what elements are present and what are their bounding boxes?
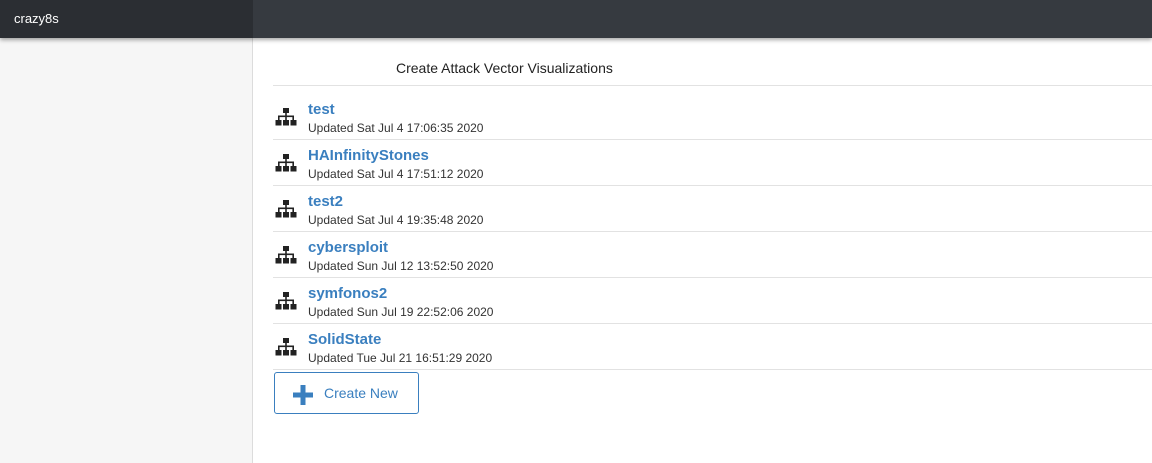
plus-icon bbox=[293, 385, 313, 405]
updated-timestamp: Updated Sat Jul 4 17:51:12 2020 bbox=[308, 167, 484, 181]
updated-timestamp: Updated Sat Jul 4 19:35:48 2020 bbox=[308, 213, 484, 227]
visualization-link[interactable]: test2 bbox=[308, 193, 343, 211]
list-item: test Updated Sat Jul 4 17:06:35 2020 bbox=[273, 94, 1152, 140]
list-item: HAInfinityStones Updated Sat Jul 4 17:51… bbox=[273, 140, 1152, 186]
sidebar bbox=[0, 38, 253, 463]
page-title: Create Attack Vector Visualizations bbox=[396, 60, 613, 76]
brand-title[interactable]: crazy8s bbox=[0, 0, 253, 38]
page-header: Create Attack Vector Visualizations bbox=[273, 38, 1152, 86]
visualization-link[interactable]: HAInfinityStones bbox=[308, 147, 429, 165]
list-item: SolidState Updated Tue Jul 21 16:51:29 2… bbox=[273, 324, 1152, 370]
hierarchy-icon bbox=[275, 338, 297, 356]
hierarchy-icon bbox=[275, 292, 297, 310]
hierarchy-icon bbox=[275, 108, 297, 126]
list-item: cybersploit Updated Sun Jul 12 13:52:50 … bbox=[273, 232, 1152, 278]
updated-timestamp: Updated Sat Jul 4 17:06:35 2020 bbox=[308, 121, 484, 135]
list-item: symfonos2 Updated Sun Jul 19 22:52:06 20… bbox=[273, 278, 1152, 324]
visualization-link[interactable]: test bbox=[308, 101, 335, 119]
hierarchy-icon bbox=[275, 200, 297, 218]
hierarchy-icon bbox=[275, 154, 297, 172]
top-bar: crazy8s bbox=[0, 0, 1152, 38]
create-new-label: Create New bbox=[324, 385, 398, 401]
list-item: test2 Updated Sat Jul 4 19:35:48 2020 bbox=[273, 186, 1152, 232]
visualization-link[interactable]: SolidState bbox=[308, 331, 381, 349]
updated-timestamp: Updated Tue Jul 21 16:51:29 2020 bbox=[308, 351, 493, 365]
create-new-button[interactable]: Create New bbox=[274, 372, 419, 414]
visualization-link[interactable]: symfonos2 bbox=[308, 285, 387, 303]
updated-timestamp: Updated Sun Jul 12 13:52:50 2020 bbox=[308, 259, 494, 273]
visualization-link[interactable]: cybersploit bbox=[308, 239, 388, 257]
updated-timestamp: Updated Sun Jul 19 22:52:06 2020 bbox=[308, 305, 494, 319]
visualization-list: test Updated Sat Jul 4 17:06:35 2020 HAI… bbox=[273, 94, 1152, 370]
hierarchy-icon bbox=[275, 246, 297, 264]
main-content: Create Attack Vector Visualizations test… bbox=[253, 38, 1152, 463]
